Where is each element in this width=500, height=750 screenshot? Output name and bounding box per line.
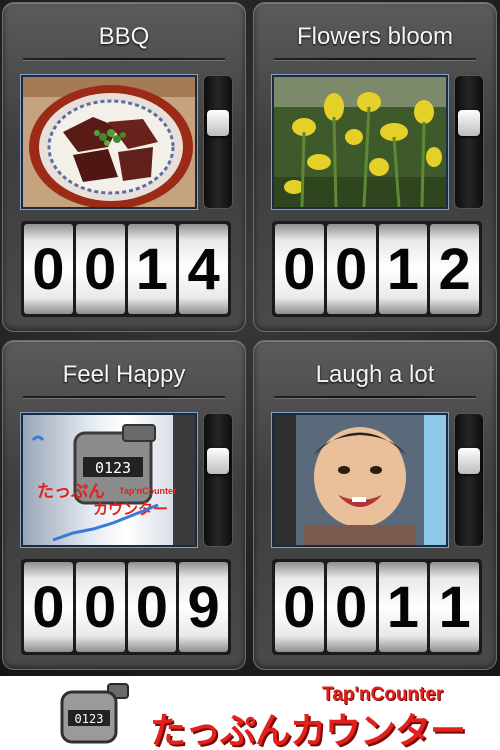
counter-display[interactable]: 0 0 1 4 xyxy=(21,221,231,317)
icon-counter-digits: 0123 xyxy=(95,459,131,477)
counter-logo-icon: 0123 xyxy=(58,682,130,744)
counter-display[interactable]: 0 0 1 2 xyxy=(272,221,482,317)
logo-digits: 0123 xyxy=(75,712,104,726)
photo-slider[interactable] xyxy=(203,413,233,547)
counter-grid: BBQ 0 0 1 4 Flowers bloom 0 0 1 2 Feel H… xyxy=(0,0,500,676)
counter-photo[interactable] xyxy=(21,75,197,209)
yellow-flowers-photo-image xyxy=(274,77,446,207)
counter-digit: 0 xyxy=(127,562,177,652)
counter-display[interactable]: 0 0 0 9 xyxy=(21,559,231,655)
photo-slider[interactable] xyxy=(454,75,484,209)
app-icon-photo-image: 0123 たっぷん カウンター Tap'nCounter xyxy=(31,415,195,545)
counter-digit: 0 xyxy=(24,562,73,652)
counter-panel-laugh[interactable]: Laugh a lot 0 0 1 1 xyxy=(253,340,497,670)
smiling-baby-photo-image xyxy=(274,415,446,545)
counter-digit: 1 xyxy=(378,562,428,652)
slider-knob[interactable] xyxy=(207,448,229,474)
counter-digit: 2 xyxy=(430,224,479,314)
slider-knob[interactable] xyxy=(207,110,229,136)
counter-digit: 1 xyxy=(430,562,479,652)
counter-title[interactable]: BBQ xyxy=(3,23,245,51)
title-divider xyxy=(23,58,225,60)
counter-panel-feel-happy[interactable]: Feel Happy 0123 たっぷん カウンター Tap'nCounter … xyxy=(2,340,246,670)
photo-slider[interactable] xyxy=(454,413,484,547)
counter-digit: 0 xyxy=(75,562,125,652)
slider-knob[interactable] xyxy=(458,448,480,474)
title-divider xyxy=(274,58,476,60)
counter-panel-flowers[interactable]: Flowers bloom 0 0 1 2 xyxy=(253,2,497,332)
counter-title[interactable]: Feel Happy xyxy=(3,361,245,389)
counter-photo[interactable]: 0123 たっぷん カウンター Tap'nCounter xyxy=(21,413,197,547)
counter-digit: 1 xyxy=(127,224,177,314)
slider-knob[interactable] xyxy=(458,110,480,136)
counter-panel-bbq[interactable]: BBQ 0 0 1 4 xyxy=(2,2,246,332)
counter-digit: 0 xyxy=(275,224,324,314)
counter-digit: 0 xyxy=(24,224,73,314)
counter-photo[interactable] xyxy=(272,75,448,209)
counter-digit: 4 xyxy=(179,224,228,314)
counter-photo[interactable] xyxy=(272,413,448,547)
counter-digit: 0 xyxy=(326,562,376,652)
counter-digit: 0 xyxy=(75,224,125,314)
title-divider xyxy=(274,396,476,398)
title-divider xyxy=(23,396,225,398)
ad-banner[interactable]: 0123 Tap'nCounter たっぷんカウンター xyxy=(0,676,500,750)
grilled-meat-photo-image xyxy=(23,77,195,207)
photo-slider[interactable] xyxy=(203,75,233,209)
counter-display[interactable]: 0 0 1 1 xyxy=(272,559,482,655)
counter-digit: 9 xyxy=(179,562,228,652)
counter-digit: 1 xyxy=(378,224,428,314)
brand-japanese: たっぷんカウンター xyxy=(150,711,466,750)
counter-title[interactable]: Flowers bloom xyxy=(254,23,496,51)
icon-en-name: Tap'nCounter xyxy=(119,486,177,496)
counter-title[interactable]: Laugh a lot xyxy=(254,361,496,389)
icon-jp-name: たっぷん xyxy=(37,482,105,502)
counter-digit: 0 xyxy=(326,224,376,314)
counter-digit: 0 xyxy=(275,562,324,652)
